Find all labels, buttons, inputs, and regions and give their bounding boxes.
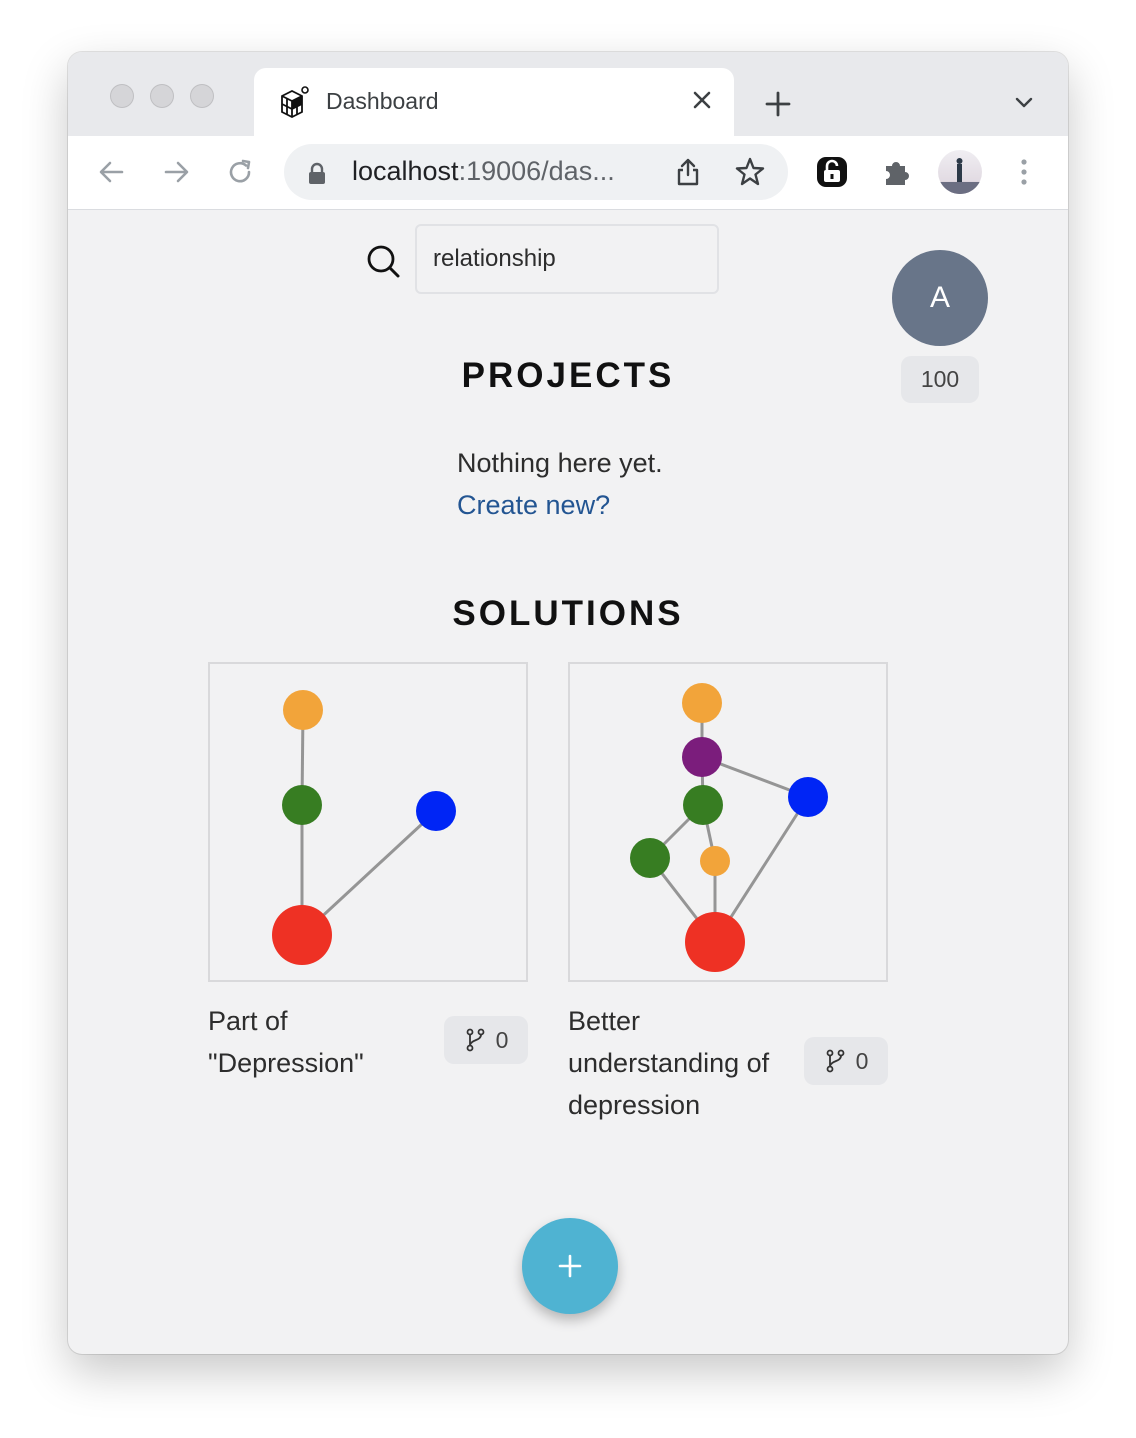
fork-icon bbox=[466, 1028, 484, 1052]
fork-icon bbox=[826, 1049, 844, 1073]
page-content: A 100 PROJECTS Nothing here yet. Create … bbox=[68, 210, 1068, 1354]
profile-avatar[interactable] bbox=[938, 150, 982, 194]
address-bar[interactable]: localhost:19006/das... bbox=[284, 144, 788, 200]
chevron-down-icon[interactable] bbox=[1012, 90, 1036, 114]
add-fab-button[interactable] bbox=[522, 1218, 618, 1314]
solution-title[interactable]: Part of "Depression" bbox=[208, 1000, 428, 1084]
graph-node bbox=[682, 737, 722, 777]
solution-title[interactable]: Better understanding of depression bbox=[568, 1000, 788, 1126]
minimize-window-button[interactable] bbox=[150, 84, 174, 108]
kebab-menu-icon[interactable] bbox=[1008, 156, 1040, 188]
lock-icon bbox=[309, 162, 325, 184]
search-input[interactable] bbox=[415, 224, 719, 294]
url-path: :19006/das... bbox=[458, 156, 615, 186]
fork-count-badge[interactable]: 0 bbox=[444, 1016, 528, 1064]
tab-dashboard[interactable]: Dashboard bbox=[254, 68, 734, 136]
fork-count: 0 bbox=[495, 1026, 509, 1053]
projects-empty-text: Nothing here yet. bbox=[457, 448, 663, 478]
graph-node bbox=[283, 690, 323, 730]
puzzle-extensions-icon[interactable] bbox=[880, 156, 912, 188]
create-new-link[interactable]: Create new? bbox=[457, 490, 610, 521]
profile-photo-icon bbox=[938, 158, 982, 194]
projects-heading: PROJECTS bbox=[461, 356, 675, 395]
bookmark-star-icon[interactable] bbox=[734, 156, 766, 188]
user-avatar[interactable]: A bbox=[892, 250, 988, 346]
graph-node bbox=[416, 791, 456, 831]
graph-node bbox=[685, 912, 745, 972]
tab-strip: Dashboard bbox=[68, 52, 1068, 136]
tab-title: Dashboard bbox=[326, 88, 439, 114]
solution-card-thumbnail[interactable] bbox=[568, 662, 888, 982]
graph-node bbox=[282, 785, 322, 825]
solution-graph bbox=[272, 690, 456, 965]
plus-icon bbox=[558, 1254, 582, 1278]
fork-count: 0 bbox=[855, 1047, 869, 1074]
graph-node bbox=[700, 846, 730, 876]
solution-graph bbox=[630, 683, 828, 972]
cube-logo-icon bbox=[281, 86, 309, 119]
browser-toolbar: localhost:19006/das... bbox=[68, 136, 1068, 210]
url-text: localhost:19006/das... bbox=[352, 156, 615, 187]
url-host: localhost bbox=[352, 156, 459, 186]
search-icon bbox=[367, 245, 400, 278]
forward-arrow-icon[interactable] bbox=[160, 156, 192, 188]
new-tab-plus-icon[interactable] bbox=[762, 88, 794, 120]
graph-node bbox=[272, 905, 332, 965]
solution-card-thumbnail[interactable] bbox=[208, 662, 528, 982]
close-window-button[interactable] bbox=[110, 84, 134, 108]
graph-node bbox=[682, 683, 722, 723]
share-icon[interactable] bbox=[672, 156, 704, 188]
close-icon[interactable] bbox=[688, 86, 716, 114]
solutions-heading: SOLUTIONS bbox=[452, 594, 684, 633]
browser-window: Dashboard localhost:19006/das... relatio… bbox=[68, 52, 1068, 1354]
graph-node bbox=[683, 785, 723, 825]
maximize-window-button[interactable] bbox=[190, 84, 214, 108]
back-arrow-icon[interactable] bbox=[96, 156, 128, 188]
extension-lock-icon[interactable] bbox=[816, 156, 848, 188]
fork-count-badge[interactable]: 0 bbox=[804, 1037, 888, 1085]
reload-icon[interactable] bbox=[224, 156, 256, 188]
graph-node bbox=[788, 777, 828, 817]
graph-node bbox=[630, 838, 670, 878]
